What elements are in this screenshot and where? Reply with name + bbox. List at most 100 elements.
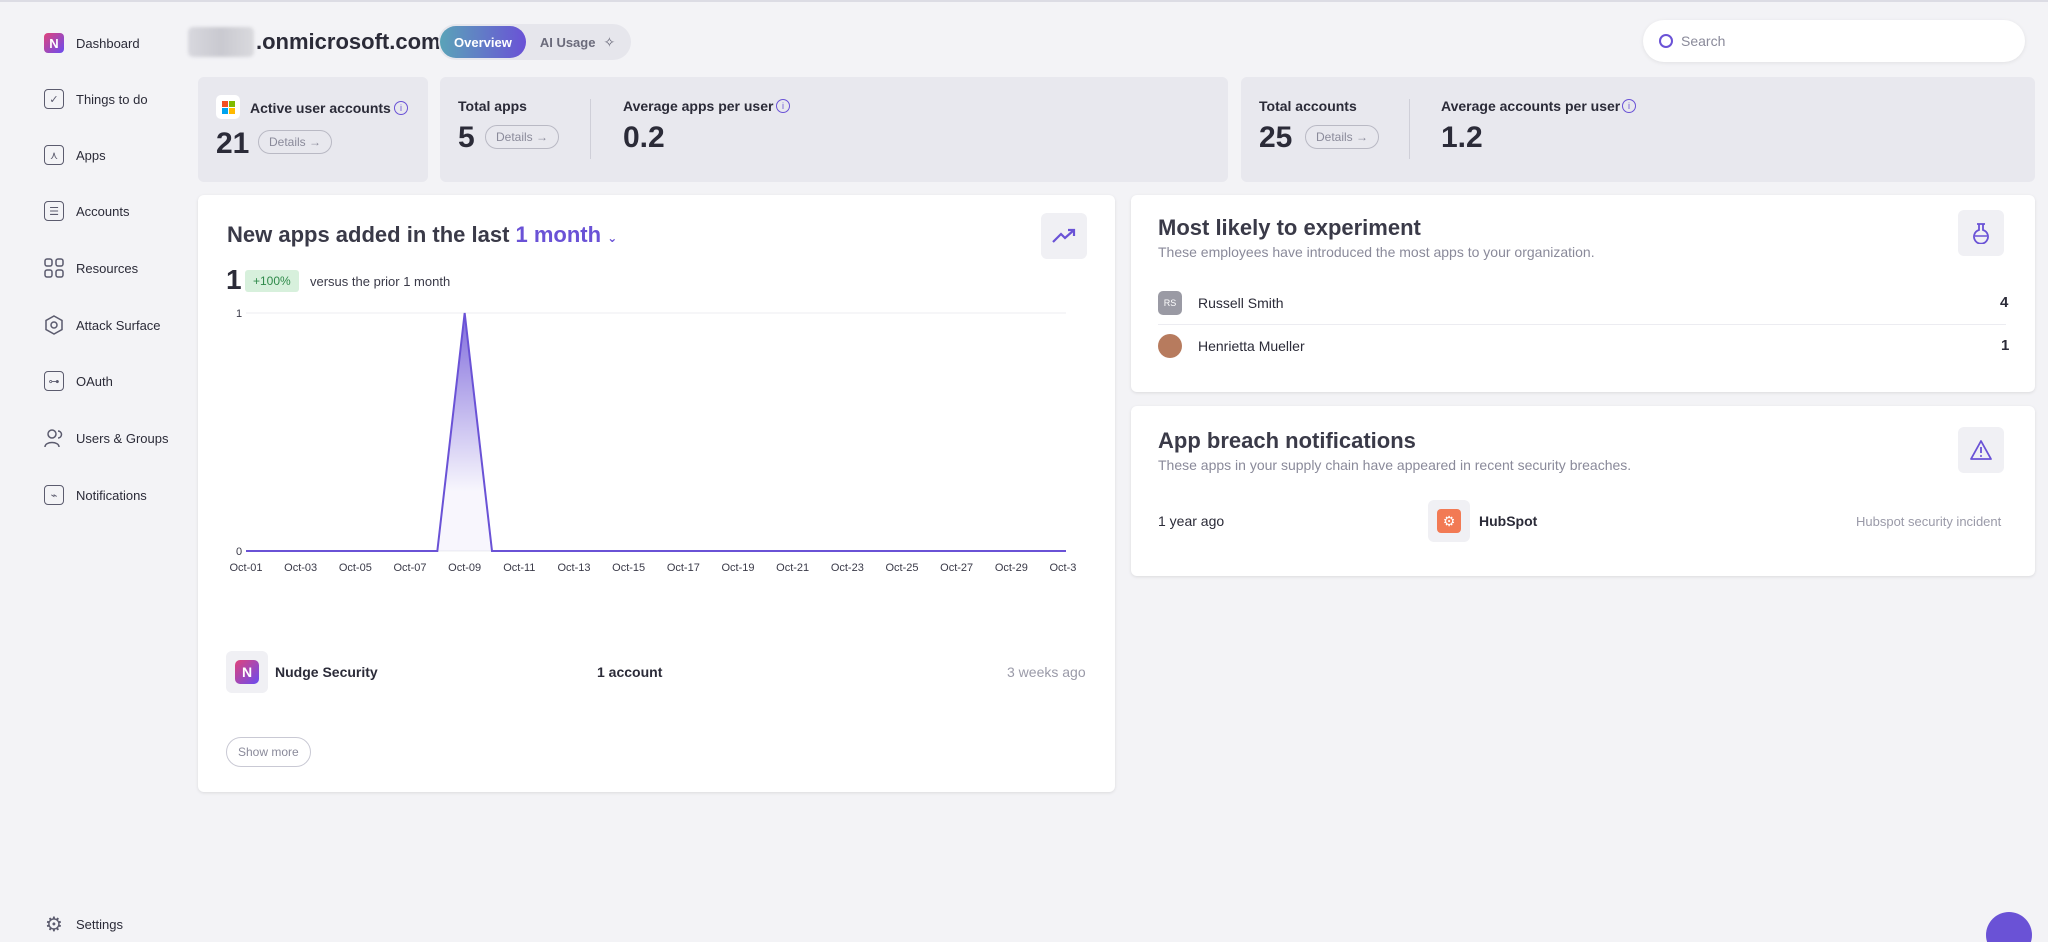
breach-time: 1 year ago bbox=[1158, 513, 1225, 529]
sidebar-item-notifications[interactable]: ⌁ Notifications bbox=[44, 483, 147, 507]
stat-label: Average accounts per user bbox=[1441, 98, 1621, 114]
stat-label: Total apps bbox=[458, 98, 527, 114]
sidebar-item-oauth[interactable]: ⊶ OAuth bbox=[44, 369, 113, 393]
x-tick-label: Oct-05 bbox=[339, 562, 372, 574]
breach-subtitle: These apps in your supply chain have app… bbox=[1158, 457, 1632, 473]
key-icon: ⊶ bbox=[44, 371, 64, 391]
dashboard-icon: N bbox=[44, 33, 64, 53]
app-accounts[interactable]: 1 account bbox=[597, 664, 662, 680]
view-tabs: Overview AI Usage ✧ bbox=[438, 24, 632, 60]
search-icon bbox=[1659, 34, 1673, 48]
sidebar-item-accounts[interactable]: ☰ Accounts bbox=[44, 199, 129, 223]
sidebar-item-label: OAuth bbox=[76, 373, 113, 389]
sidebar-item-apps[interactable]: ⋏ Apps bbox=[44, 143, 106, 167]
stat-value: 25 bbox=[1259, 121, 1293, 154]
app-added-time: 3 weeks ago bbox=[1007, 664, 1086, 680]
top-border bbox=[0, 0, 2048, 2]
x-tick-label: Oct-27 bbox=[940, 562, 973, 574]
avatar bbox=[1158, 334, 1182, 358]
accounts-stats-card: Total accounts 25 Details → Average acco… bbox=[1241, 77, 2035, 182]
sparkle-icon: ✧ bbox=[603, 33, 616, 50]
sidebar-item-label: Dashboard bbox=[76, 35, 140, 51]
tab-ai-usage[interactable]: AI Usage ✧ bbox=[526, 26, 629, 58]
sidebar-item-label: Users & Groups bbox=[76, 430, 169, 446]
accounts-icon: ☰ bbox=[44, 201, 64, 221]
resources-icon bbox=[44, 258, 64, 278]
x-tick-label: Oct-09 bbox=[448, 562, 481, 574]
x-tick-label: Oct-17 bbox=[667, 562, 700, 574]
x-tick-label: Oct-29 bbox=[995, 562, 1028, 574]
redacted-tenant-prefix bbox=[188, 27, 254, 57]
x-tick-label: Oct-07 bbox=[393, 562, 426, 574]
series-area bbox=[246, 313, 1066, 551]
tab-overview[interactable]: Overview bbox=[440, 26, 526, 58]
new-apps-title: New apps added in the last 1 month ⌄ bbox=[227, 222, 617, 248]
trend-button[interactable] bbox=[1041, 213, 1087, 259]
period-dropdown[interactable]: 1 month ⌄ bbox=[516, 222, 618, 247]
attack-surface-icon bbox=[44, 315, 64, 335]
sidebar-item-dashboard[interactable]: N Dashboard bbox=[44, 31, 140, 55]
x-tick-label: Oct-11 bbox=[503, 562, 535, 574]
breach-app-name[interactable]: HubSpot bbox=[1479, 513, 1537, 529]
microsoft-icon bbox=[216, 95, 240, 119]
experiment-subtitle: These employees have introduced the most… bbox=[1158, 244, 1595, 260]
change-badge: +100% bbox=[245, 270, 299, 292]
apps-icon: ⋏ bbox=[44, 145, 64, 165]
divider bbox=[590, 99, 591, 159]
sidebar-item-resources[interactable]: Resources bbox=[44, 256, 138, 280]
sidebar-item-label: Things to do bbox=[76, 91, 148, 107]
x-tick-label: Oct-19 bbox=[721, 562, 754, 574]
sidebar-item-users-groups[interactable]: Users & Groups bbox=[44, 426, 168, 450]
person-app-count: 4 bbox=[2000, 294, 2009, 311]
hubspot-logo: ⚙ bbox=[1428, 500, 1470, 542]
person-name[interactable]: Henrietta Mueller bbox=[1198, 338, 1305, 354]
new-apps-chart: 0 1 Oct-01 Oct-03 Oct-05 Oct-07 Oct-09 Oct-11 Oc… bbox=[229, 308, 1076, 574]
person-name[interactable]: Russell Smith bbox=[1198, 295, 1284, 311]
breach-button[interactable] bbox=[1958, 427, 2004, 473]
stat-value: 5 bbox=[458, 121, 475, 154]
x-tick-label: Oct-03 bbox=[284, 562, 317, 574]
gear-icon: ⚙ bbox=[45, 913, 63, 936]
x-tick-label: Oct-31 bbox=[1049, 562, 1076, 574]
x-tick-label: Oct-01 bbox=[229, 562, 262, 574]
notifications-icon: ⌁ bbox=[44, 485, 64, 505]
breach-title: App breach notifications bbox=[1158, 428, 1416, 453]
period-value: 1 month bbox=[515, 222, 602, 247]
breach-incident[interactable]: Hubspot security incident bbox=[1856, 514, 2001, 529]
chat-launcher-button[interactable] bbox=[1986, 912, 2032, 942]
show-more-button[interactable]: Show more bbox=[226, 737, 311, 767]
x-tick-label: Oct-21 bbox=[776, 562, 809, 574]
info-icon[interactable]: i bbox=[1622, 99, 1636, 113]
apps-stats-card: Total apps 5 Details → Average apps per … bbox=[440, 77, 1228, 182]
search-input[interactable] bbox=[1681, 33, 2001, 49]
sidebar-item-attack-surface[interactable]: Attack Surface bbox=[44, 313, 161, 337]
info-icon[interactable]: i bbox=[394, 101, 408, 115]
tab-label: AI Usage bbox=[539, 34, 596, 50]
trending-up-icon bbox=[1052, 228, 1076, 243]
details-button[interactable]: Details → bbox=[485, 125, 560, 149]
sidebar-item-settings[interactable]: ⚙ Settings bbox=[44, 912, 123, 936]
sidebar-item-things-to-do[interactable]: ✓ Things to do bbox=[44, 87, 148, 111]
stat-label: Active user accounts bbox=[250, 100, 391, 116]
sidebar-item-label: Notifications bbox=[76, 487, 147, 503]
stat-value: 0.2 bbox=[623, 121, 665, 154]
comparison-text: versus the prior 1 month bbox=[310, 274, 451, 289]
details-button[interactable]: Details → bbox=[258, 130, 333, 154]
sidebar-item-label: Attack Surface bbox=[76, 317, 161, 333]
app-name[interactable]: Nudge Security bbox=[275, 664, 378, 680]
tenant-domain: .onmicrosoft.com bbox=[256, 29, 441, 54]
y-tick-label: 1 bbox=[236, 308, 242, 320]
new-apps-count: 1 bbox=[226, 264, 242, 295]
stat-label: Average apps per user bbox=[623, 98, 774, 114]
title-prefix: New apps added in the last bbox=[227, 222, 510, 247]
details-button[interactable]: Details → bbox=[1305, 125, 1380, 149]
stat-value: 1.2 bbox=[1441, 121, 1483, 154]
avatar: RS bbox=[1158, 291, 1182, 315]
search-bar[interactable] bbox=[1643, 20, 2025, 62]
stat-value: 21 bbox=[216, 127, 250, 160]
x-tick-label: Oct-13 bbox=[557, 562, 590, 574]
experiment-button[interactable] bbox=[1958, 210, 2004, 256]
tab-label: Overview bbox=[454, 34, 512, 50]
info-icon[interactable]: i bbox=[776, 99, 790, 113]
sidebar-item-label: Apps bbox=[76, 147, 106, 163]
